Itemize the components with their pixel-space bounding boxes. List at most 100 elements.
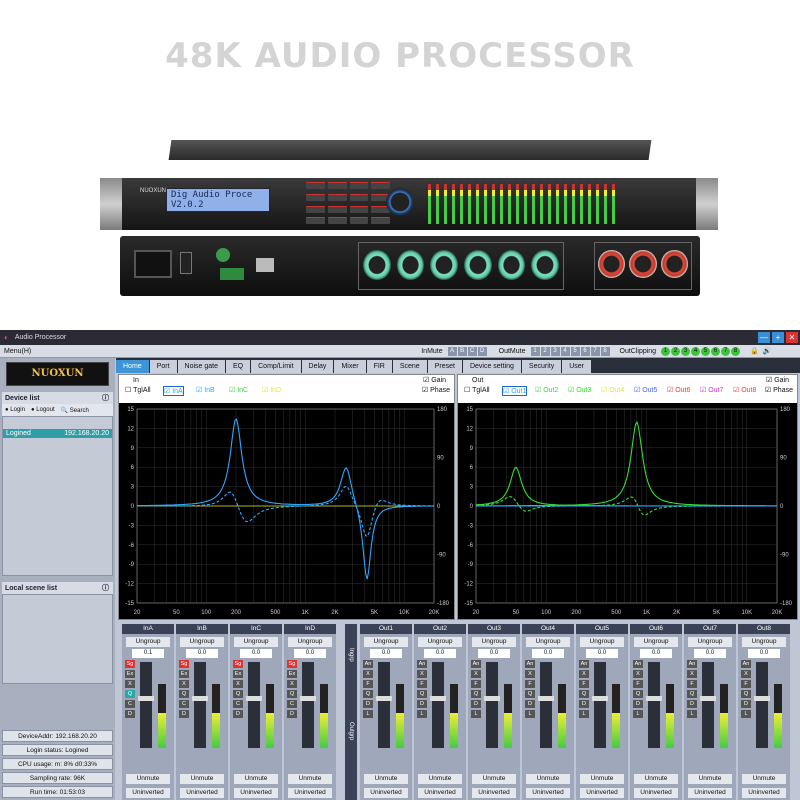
flag-c[interactable]: C [125,700,135,708]
flag-f[interactable]: F [525,680,535,688]
fader-thumb[interactable] [430,696,446,701]
flag-l[interactable]: L [579,710,589,718]
ungroup-button[interactable]: Ungroup [288,637,332,647]
channel-checkbox-out2[interactable]: ☑ Out2 [535,386,558,394]
gain-value[interactable]: 0.0 [370,649,402,658]
volume-fader[interactable] [646,662,662,748]
flag-l[interactable]: L [363,710,373,718]
gain-checkbox[interactable]: ☑ Gain [423,376,446,384]
flag-x[interactable]: X [125,680,135,688]
volume-fader[interactable] [246,662,262,748]
fader-thumb[interactable] [538,696,554,701]
fader-thumb[interactable] [646,696,662,701]
unmute-button[interactable]: Unmute [288,774,332,784]
channel-checkbox-out6[interactable]: ☑ Out6 [667,386,690,394]
fader-thumb[interactable] [246,696,262,701]
inmute-chip-B[interactable]: B [457,346,467,356]
flag-x[interactable]: X [179,680,189,688]
gain-value[interactable]: 0.0 [240,649,272,658]
ungroup-button[interactable]: Ungroup [742,637,786,647]
toggle-all-checkbox[interactable]: ☐ TglAll [125,386,151,394]
tab-user[interactable]: User [562,360,591,373]
flag-an[interactable]: An [525,660,535,668]
uninverted-button[interactable]: Uninverted [418,788,462,798]
ungroup-button[interactable]: Ungroup [180,637,224,647]
ungroup-button[interactable]: Ungroup [126,637,170,647]
flag-an[interactable]: An [687,660,697,668]
unmute-button[interactable]: Unmute [364,774,408,784]
unmute-button[interactable]: Unmute [742,774,786,784]
uninverted-button[interactable]: Uninverted [472,788,516,798]
flag-d[interactable]: D [579,700,589,708]
volume-fader[interactable] [538,662,554,748]
flag-q[interactable]: Q [125,690,135,698]
uninverted-button[interactable]: Uninverted [180,788,224,798]
flag-x[interactable]: X [233,680,243,688]
volume-fader[interactable] [192,662,208,748]
uninverted-button[interactable]: Uninverted [688,788,732,798]
uninverted-button[interactable]: Uninverted [634,788,678,798]
volume-fader[interactable] [484,662,500,748]
flag-d[interactable]: D [633,700,643,708]
tab-preset[interactable]: Preset [427,360,462,373]
flag-d[interactable]: D [417,700,427,708]
tab-fir[interactable]: FIR [366,360,392,373]
outmute-chip-4[interactable]: 4 [560,346,570,356]
logout-button[interactable]: ● Logout [31,407,55,413]
fader-thumb[interactable] [700,696,716,701]
output-eq-plot[interactable]: 20 50 100 200 500 1K 2K 5K 10K 20K 15 12 9 6 3 0 -3 -6 -9 -… [458,403,797,619]
fader-thumb[interactable] [592,696,608,701]
speaker-icon[interactable]: 🔊 [763,347,772,355]
flag-q[interactable]: Q [233,690,243,698]
flag-x[interactable]: X [417,670,427,678]
flag-q[interactable]: Q [471,690,481,698]
flag-f[interactable]: F [417,680,427,688]
flag-an[interactable]: An [471,660,481,668]
unmute-button[interactable]: Unmute [688,774,732,784]
unmute-button[interactable]: Unmute [634,774,678,784]
channel-checkbox-out7[interactable]: ☑ Out7 [700,386,723,394]
flag-sg[interactable]: Sg [125,660,135,668]
ungroup-button[interactable]: Ungroup [234,637,278,647]
gain-value[interactable]: 0.0 [640,649,672,658]
flag-l[interactable]: L [741,710,751,718]
flag-x[interactable]: X [579,670,589,678]
device-list-item[interactable]: Logined 192.168.20.20 [3,429,112,438]
flag-x[interactable]: X [363,670,373,678]
flag-x[interactable]: X [741,670,751,678]
flag-q[interactable]: Q [417,690,427,698]
flag-q[interactable]: Q [363,690,373,698]
flag-x[interactable]: X [687,670,697,678]
flag-d[interactable]: D [125,710,135,718]
ungroup-button[interactable]: Ungroup [472,637,516,647]
uninverted-button[interactable]: Uninverted [526,788,570,798]
flag-q[interactable]: Q [525,690,535,698]
unmute-button[interactable]: Unmute [472,774,516,784]
flag-x[interactable]: X [633,670,643,678]
flag-d[interactable]: D [233,710,243,718]
flag-f[interactable]: F [633,680,643,688]
channel-checkbox-out8[interactable]: ☑ Out8 [733,386,756,394]
gain-value[interactable]: 0.0 [186,649,218,658]
close-button[interactable]: ✕ [786,332,798,343]
gain-value[interactable]: 0.0 [424,649,456,658]
search-button[interactable]: 🔍 Search [61,407,89,414]
ungroup-button[interactable]: Ungroup [634,637,678,647]
flag-q[interactable]: Q [579,690,589,698]
fader-thumb[interactable] [138,696,154,701]
ungroup-button[interactable]: Ungroup [364,637,408,647]
login-button[interactable]: ● Login [5,407,25,413]
info-icon[interactable]: ⓘ [102,583,109,593]
flag-an[interactable]: An [363,660,373,668]
flag-l[interactable]: L [471,710,481,718]
outmute-chip-6[interactable]: 6 [580,346,590,356]
phase-checkbox[interactable]: ☑ Phase [765,386,793,394]
outmute-chip-2[interactable]: 2 [540,346,550,356]
volume-fader[interactable] [430,662,446,748]
gain-value[interactable]: 0.0 [694,649,726,658]
flag-ex[interactable]: Ex [179,670,189,678]
minimize-button[interactable]: — [758,332,770,343]
flag-l[interactable]: L [417,710,427,718]
flag-sg[interactable]: Sg [179,660,189,668]
ungroup-button[interactable]: Ungroup [688,637,732,647]
